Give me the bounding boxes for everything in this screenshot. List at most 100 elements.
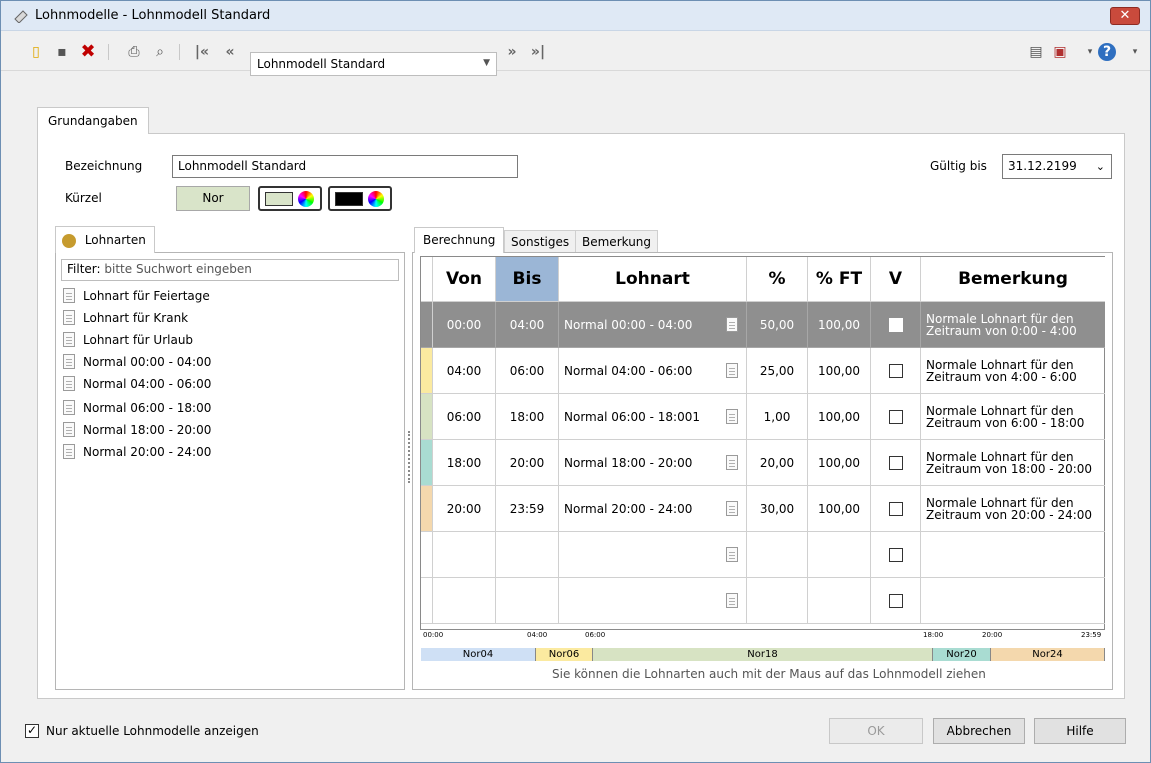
- v-checkbox[interactable]: [888, 317, 903, 332]
- document-icon[interactable]: [726, 455, 738, 470]
- v-cell[interactable]: [871, 394, 921, 440]
- tab-berechnung[interactable]: Berechnung: [414, 227, 505, 253]
- list-item[interactable]: Lohnart für Feiertage: [63, 286, 210, 306]
- bis-cell[interactable]: 04:00: [496, 302, 559, 348]
- pct-cell[interactable]: [747, 532, 808, 578]
- v-checkbox[interactable]: [888, 455, 903, 470]
- chevron-down-icon[interactable]: ▾: [1126, 43, 1144, 61]
- document-icon[interactable]: [726, 363, 738, 378]
- pctft-cell[interactable]: 100,00: [808, 302, 871, 348]
- bis-cell[interactable]: 20:00: [496, 440, 559, 486]
- timeline-segment[interactable]: Nor18: [593, 648, 933, 661]
- background-color-picker[interactable]: [258, 186, 322, 211]
- tab-bemerkung[interactable]: Bemerkung: [575, 230, 659, 253]
- von-cell[interactable]: 04:00: [433, 348, 496, 394]
- v-checkbox[interactable]: [888, 593, 903, 608]
- lohnart-cell[interactable]: Normal 18:00 - 20:00: [559, 440, 747, 486]
- v-cell[interactable]: [871, 302, 921, 348]
- tab-sonstiges[interactable]: Sonstiges: [504, 230, 577, 253]
- v-cell[interactable]: [871, 348, 921, 394]
- bis-cell[interactable]: [496, 578, 559, 624]
- pctft-cell[interactable]: [808, 578, 871, 624]
- header-lohnart[interactable]: Lohnart: [559, 257, 747, 302]
- lohnart-cell[interactable]: Normal 00:00 - 04:00: [559, 302, 747, 348]
- prev-icon[interactable]: «: [221, 43, 239, 61]
- help-icon[interactable]: ?: [1098, 43, 1116, 61]
- document-icon[interactable]: [726, 593, 738, 608]
- export-icon[interactable]: ▣: [1051, 43, 1069, 61]
- list-item[interactable]: Lohnart für Urlaub: [63, 330, 193, 350]
- bemerkung-cell[interactable]: Normale Lohnart für den Zeitraum von 20:0…: [921, 486, 1105, 532]
- timeline-segment[interactable]: Nor20: [933, 648, 991, 661]
- von-cell[interactable]: [433, 532, 496, 578]
- print-icon[interactable]: ⎙: [125, 43, 143, 61]
- font-color-picker[interactable]: [328, 186, 392, 211]
- header-percent[interactable]: %: [747, 257, 808, 302]
- von-cell[interactable]: [433, 578, 496, 624]
- von-cell[interactable]: 06:00: [433, 394, 496, 440]
- pct-cell[interactable]: 20,00: [747, 440, 808, 486]
- timeline-segment[interactable]: Nor24: [991, 648, 1105, 661]
- new-icon[interactable]: ▯: [27, 43, 45, 61]
- chevron-down-icon[interactable]: ▾: [1081, 43, 1099, 61]
- model-nav-select[interactable]: Lohnmodell Standard ▼: [250, 52, 497, 76]
- gueltig-bis-date[interactable]: 31.12.2199 ⌄: [1002, 154, 1112, 179]
- v-checkbox[interactable]: [888, 547, 903, 562]
- bemerkung-cell[interactable]: Normale Lohnart für den Zeitraum von 6:00…: [921, 394, 1105, 440]
- list-item[interactable]: Normal 18:00 - 20:00: [63, 420, 211, 440]
- header-bis[interactable]: Bis: [496, 257, 559, 302]
- save-icon[interactable]: ▪: [53, 43, 71, 61]
- bemerkung-cell[interactable]: Normale Lohnart für den Zeitraum von 4:00…: [921, 348, 1105, 394]
- pct-cell[interactable]: 30,00: [747, 486, 808, 532]
- clipboard-icon[interactable]: ▤: [1027, 43, 1045, 61]
- first-icon[interactable]: |«: [193, 43, 211, 61]
- filter-input[interactable]: Filter: bitte Suchwort eingeben: [61, 259, 399, 281]
- bis-cell[interactable]: 06:00: [496, 348, 559, 394]
- close-button[interactable]: ✕: [1110, 7, 1140, 25]
- bis-cell[interactable]: 23:59: [496, 486, 559, 532]
- bis-cell[interactable]: [496, 532, 559, 578]
- von-cell[interactable]: 20:00: [433, 486, 496, 532]
- aktuelle-checkbox[interactable]: ✓: [25, 724, 39, 738]
- v-cell[interactable]: [871, 486, 921, 532]
- kuerzel-input[interactable]: Nor: [176, 186, 250, 211]
- lohnart-cell[interactable]: [559, 532, 747, 578]
- v-cell[interactable]: [871, 578, 921, 624]
- preview-icon[interactable]: ⌕: [151, 43, 169, 61]
- lohnart-cell[interactable]: Normal 20:00 - 24:00: [559, 486, 747, 532]
- pctft-cell[interactable]: 100,00: [808, 486, 871, 532]
- v-checkbox[interactable]: [888, 363, 903, 378]
- pct-cell[interactable]: 25,00: [747, 348, 808, 394]
- bis-cell[interactable]: 18:00: [496, 394, 559, 440]
- timeline-segment[interactable]: Nor06: [536, 648, 593, 661]
- list-item[interactable]: Normal 06:00 - 18:00: [63, 398, 211, 418]
- last-icon[interactable]: »|: [529, 43, 547, 61]
- von-cell[interactable]: 00:00: [433, 302, 496, 348]
- header-bemerkung[interactable]: Bemerkung: [921, 257, 1105, 302]
- bemerkung-cell[interactable]: [921, 532, 1105, 578]
- bezeichnung-input[interactable]: Lohnmodell Standard: [172, 155, 518, 178]
- pctft-cell[interactable]: [808, 532, 871, 578]
- header-percent-ft[interactable]: % FT: [808, 257, 871, 302]
- pctft-cell[interactable]: 100,00: [808, 394, 871, 440]
- document-icon[interactable]: [726, 501, 738, 516]
- v-checkbox[interactable]: [888, 409, 903, 424]
- tab-lohnarten[interactable]: Lohnarten: [55, 226, 155, 253]
- lohnart-cell[interactable]: Normal 04:00 - 06:00: [559, 348, 747, 394]
- pctft-cell[interactable]: 100,00: [808, 440, 871, 486]
- document-icon[interactable]: [726, 409, 738, 424]
- bemerkung-cell[interactable]: Normale Lohnart für den Zeitraum von 18:0…: [921, 440, 1105, 486]
- pctft-cell[interactable]: 100,00: [808, 348, 871, 394]
- next-icon[interactable]: »: [503, 43, 521, 61]
- header-v[interactable]: V: [871, 257, 921, 302]
- bemerkung-cell[interactable]: [921, 578, 1105, 624]
- list-item[interactable]: Lohnart für Krank: [63, 308, 188, 328]
- cancel-button[interactable]: Abbrechen: [933, 718, 1025, 744]
- v-cell[interactable]: [871, 532, 921, 578]
- splitter-handle[interactable]: [408, 431, 410, 483]
- lohnart-cell[interactable]: [559, 578, 747, 624]
- list-item[interactable]: Normal 20:00 - 24:00: [63, 442, 211, 462]
- delete-icon[interactable]: ✖: [79, 43, 97, 61]
- help-button[interactable]: Hilfe: [1034, 718, 1126, 744]
- pct-cell[interactable]: 50,00: [747, 302, 808, 348]
